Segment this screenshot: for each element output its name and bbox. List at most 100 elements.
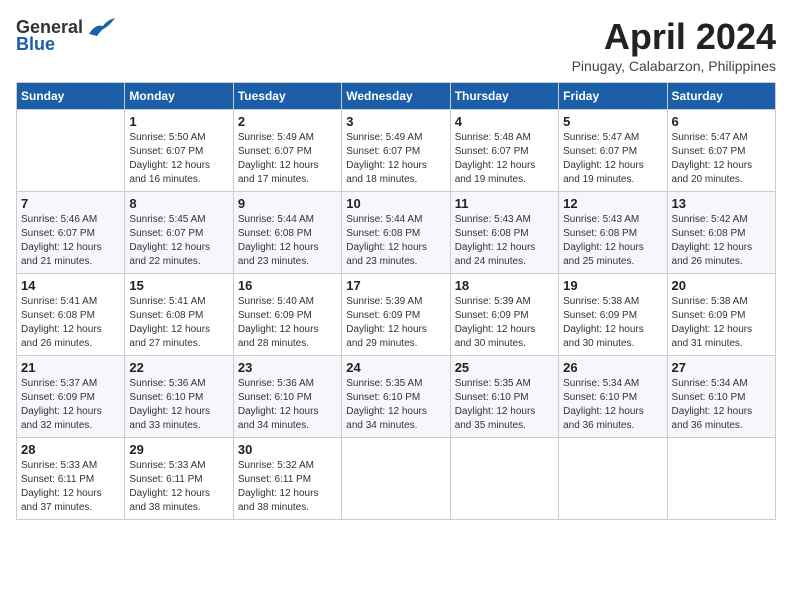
day-info: Sunrise: 5:35 AMSunset: 6:10 PMDaylight:… bbox=[346, 377, 445, 433]
day-cell bbox=[17, 110, 125, 192]
day-info: Sunrise: 5:47 AMSunset: 6:07 PMDaylight:… bbox=[672, 131, 771, 187]
day-number: 2 bbox=[238, 114, 337, 129]
day-number: 17 bbox=[346, 278, 445, 293]
day-cell: 11 Sunrise: 5:43 AMSunset: 6:08 PMDayligh… bbox=[450, 192, 558, 274]
day-number: 29 bbox=[129, 442, 228, 457]
day-info: Sunrise: 5:32 AMSunset: 6:11 PMDaylight:… bbox=[238, 459, 337, 515]
day-cell: 21 Sunrise: 5:37 AMSunset: 6:09 PMDayligh… bbox=[17, 356, 125, 438]
day-number: 20 bbox=[672, 278, 771, 293]
day-number: 13 bbox=[672, 196, 771, 211]
weekday-thursday: Thursday bbox=[450, 83, 558, 110]
day-cell bbox=[342, 438, 450, 520]
day-info: Sunrise: 5:44 AMSunset: 6:08 PMDaylight:… bbox=[238, 213, 337, 269]
header: General Blue April 2024 Pinugay, Calabar… bbox=[16, 16, 776, 74]
day-number: 4 bbox=[455, 114, 554, 129]
day-number: 19 bbox=[563, 278, 662, 293]
day-cell: 16 Sunrise: 5:40 AMSunset: 6:09 PMDayligh… bbox=[233, 274, 341, 356]
day-number: 15 bbox=[129, 278, 228, 293]
day-cell: 12 Sunrise: 5:43 AMSunset: 6:08 PMDayligh… bbox=[559, 192, 667, 274]
day-cell bbox=[559, 438, 667, 520]
weekday-friday: Friday bbox=[559, 83, 667, 110]
week-row-5: 28 Sunrise: 5:33 AMSunset: 6:11 PMDayligh… bbox=[17, 438, 776, 520]
day-info: Sunrise: 5:48 AMSunset: 6:07 PMDaylight:… bbox=[455, 131, 554, 187]
day-number: 8 bbox=[129, 196, 228, 211]
day-info: Sunrise: 5:47 AMSunset: 6:07 PMDaylight:… bbox=[563, 131, 662, 187]
day-number: 18 bbox=[455, 278, 554, 293]
weekday-monday: Monday bbox=[125, 83, 233, 110]
day-info: Sunrise: 5:37 AMSunset: 6:09 PMDaylight:… bbox=[21, 377, 120, 433]
day-number: 16 bbox=[238, 278, 337, 293]
day-cell: 18 Sunrise: 5:39 AMSunset: 6:09 PMDayligh… bbox=[450, 274, 558, 356]
day-info: Sunrise: 5:40 AMSunset: 6:09 PMDaylight:… bbox=[238, 295, 337, 351]
calendar: SundayMondayTuesdayWednesdayThursdayFrid… bbox=[16, 82, 776, 520]
day-cell: 17Sunrise: 5:39 AMSunset: 6:09 PMDayligh… bbox=[342, 274, 450, 356]
logo-bird-icon bbox=[87, 16, 117, 38]
day-number: 11 bbox=[455, 196, 554, 211]
day-number: 12 bbox=[563, 196, 662, 211]
day-info: Sunrise: 5:44 AMSunset: 6:08 PMDaylight:… bbox=[346, 213, 445, 269]
weekday-wednesday: Wednesday bbox=[342, 83, 450, 110]
day-cell: 30 Sunrise: 5:32 AMSunset: 6:11 PMDayligh… bbox=[233, 438, 341, 520]
title-area: April 2024 Pinugay, Calabarzon, Philippi… bbox=[572, 16, 776, 74]
day-number: 14 bbox=[21, 278, 120, 293]
day-cell: 19Sunrise: 5:38 AMSunset: 6:09 PMDayligh… bbox=[559, 274, 667, 356]
day-cell: 10Sunrise: 5:44 AMSunset: 6:08 PMDayligh… bbox=[342, 192, 450, 274]
day-cell: 1 Sunrise: 5:50 AMSunset: 6:07 PMDaylight… bbox=[125, 110, 233, 192]
week-row-4: 21 Sunrise: 5:37 AMSunset: 6:09 PMDayligh… bbox=[17, 356, 776, 438]
day-cell: 24 Sunrise: 5:35 AMSunset: 6:10 PMDayligh… bbox=[342, 356, 450, 438]
week-row-3: 14 Sunrise: 5:41 AMSunset: 6:08 PMDayligh… bbox=[17, 274, 776, 356]
day-info: Sunrise: 5:49 AMSunset: 6:07 PMDaylight:… bbox=[346, 131, 445, 187]
location: Pinugay, Calabarzon, Philippines bbox=[572, 58, 776, 74]
day-info: Sunrise: 5:36 AMSunset: 6:10 PMDaylight:… bbox=[129, 377, 228, 433]
day-cell: 22 Sunrise: 5:36 AMSunset: 6:10 PMDayligh… bbox=[125, 356, 233, 438]
day-cell: 23Sunrise: 5:36 AMSunset: 6:10 PMDayligh… bbox=[233, 356, 341, 438]
day-number: 3 bbox=[346, 114, 445, 129]
day-number: 7 bbox=[21, 196, 120, 211]
day-info: Sunrise: 5:38 AMSunset: 6:09 PMDaylight:… bbox=[672, 295, 771, 351]
day-cell: 26Sunrise: 5:34 AMSunset: 6:10 PMDayligh… bbox=[559, 356, 667, 438]
day-number: 27 bbox=[672, 360, 771, 375]
day-cell: 27 Sunrise: 5:34 AMSunset: 6:10 PMDayligh… bbox=[667, 356, 775, 438]
day-number: 24 bbox=[346, 360, 445, 375]
day-cell: 2 Sunrise: 5:49 AMSunset: 6:07 PMDaylight… bbox=[233, 110, 341, 192]
day-info: Sunrise: 5:50 AMSunset: 6:07 PMDaylight:… bbox=[129, 131, 228, 187]
day-cell: 20 Sunrise: 5:38 AMSunset: 6:09 PMDayligh… bbox=[667, 274, 775, 356]
day-cell: 13 Sunrise: 5:42 AMSunset: 6:08 PMDayligh… bbox=[667, 192, 775, 274]
day-number: 22 bbox=[129, 360, 228, 375]
day-number: 23 bbox=[238, 360, 337, 375]
day-number: 28 bbox=[21, 442, 120, 457]
calendar-body: 1 Sunrise: 5:50 AMSunset: 6:07 PMDaylight… bbox=[17, 110, 776, 520]
day-info: Sunrise: 5:45 AMSunset: 6:07 PMDaylight:… bbox=[129, 213, 228, 269]
logo: General Blue bbox=[16, 16, 117, 55]
day-info: Sunrise: 5:41 AMSunset: 6:08 PMDaylight:… bbox=[129, 295, 228, 351]
day-info: Sunrise: 5:42 AMSunset: 6:08 PMDaylight:… bbox=[672, 213, 771, 269]
weekday-saturday: Saturday bbox=[667, 83, 775, 110]
day-number: 1 bbox=[129, 114, 228, 129]
day-number: 9 bbox=[238, 196, 337, 211]
week-row-2: 7 Sunrise: 5:46 AMSunset: 6:07 PMDaylight… bbox=[17, 192, 776, 274]
day-info: Sunrise: 5:41 AMSunset: 6:08 PMDaylight:… bbox=[21, 295, 120, 351]
day-info: Sunrise: 5:49 AMSunset: 6:07 PMDaylight:… bbox=[238, 131, 337, 187]
day-info: Sunrise: 5:43 AMSunset: 6:08 PMDaylight:… bbox=[563, 213, 662, 269]
day-info: Sunrise: 5:39 AMSunset: 6:09 PMDaylight:… bbox=[455, 295, 554, 351]
month-title: April 2024 bbox=[572, 16, 776, 58]
day-info: Sunrise: 5:46 AMSunset: 6:07 PMDaylight:… bbox=[21, 213, 120, 269]
day-cell: 29 Sunrise: 5:33 AMSunset: 6:11 PMDayligh… bbox=[125, 438, 233, 520]
day-cell: 3 Sunrise: 5:49 AMSunset: 6:07 PMDaylight… bbox=[342, 110, 450, 192]
day-info: Sunrise: 5:34 AMSunset: 6:10 PMDaylight:… bbox=[672, 377, 771, 433]
day-cell: 25Sunrise: 5:35 AMSunset: 6:10 PMDayligh… bbox=[450, 356, 558, 438]
day-number: 21 bbox=[21, 360, 120, 375]
day-cell: 7 Sunrise: 5:46 AMSunset: 6:07 PMDaylight… bbox=[17, 192, 125, 274]
day-cell: 9 Sunrise: 5:44 AMSunset: 6:08 PMDaylight… bbox=[233, 192, 341, 274]
weekday-sunday: Sunday bbox=[17, 83, 125, 110]
day-number: 30 bbox=[238, 442, 337, 457]
day-cell bbox=[667, 438, 775, 520]
day-info: Sunrise: 5:33 AMSunset: 6:11 PMDaylight:… bbox=[21, 459, 120, 515]
day-cell: 28 Sunrise: 5:33 AMSunset: 6:11 PMDayligh… bbox=[17, 438, 125, 520]
day-cell bbox=[450, 438, 558, 520]
day-info: Sunrise: 5:33 AMSunset: 6:11 PMDaylight:… bbox=[129, 459, 228, 515]
day-cell: 14 Sunrise: 5:41 AMSunset: 6:08 PMDayligh… bbox=[17, 274, 125, 356]
day-info: Sunrise: 5:43 AMSunset: 6:08 PMDaylight:… bbox=[455, 213, 554, 269]
logo-blue: Blue bbox=[16, 34, 55, 55]
day-number: 26 bbox=[563, 360, 662, 375]
